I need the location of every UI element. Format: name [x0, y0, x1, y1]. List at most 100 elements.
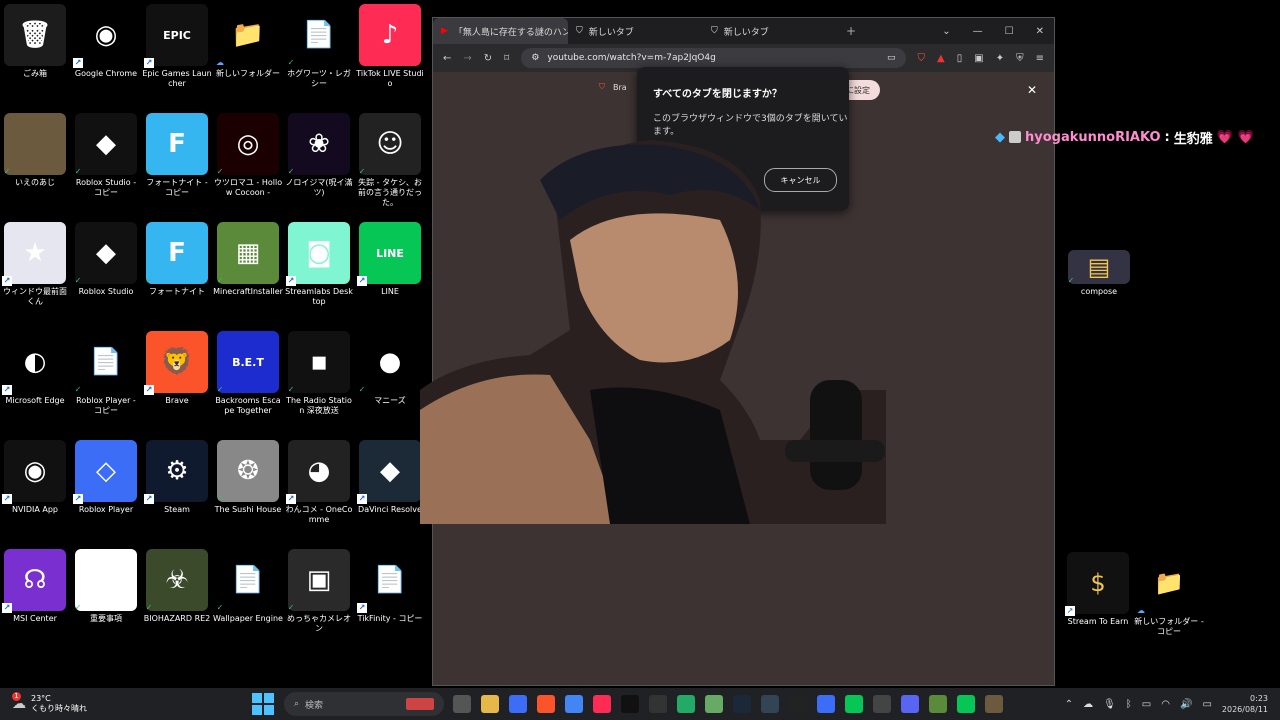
desktop-icon-label: Roblox Studio - コピー — [75, 178, 137, 197]
desktop-icon[interactable]: ★ ↗ ウィンドウ最前面くん — [0, 222, 70, 307]
line-icon[interactable] — [957, 695, 975, 713]
desktop-icon[interactable]: B.E.T ✓ Backrooms Escape Together — [213, 331, 283, 416]
desktop-icon[interactable]: ⚙ ↗ Steam — [142, 440, 212, 515]
terminal-icon[interactable] — [649, 695, 667, 713]
desktop-icon[interactable]: ▦ ✓ MinecraftInstaller — [213, 222, 283, 297]
desktop-icon[interactable]: ✓ いえのあじ — [0, 113, 70, 188]
network-icon[interactable]: ▭ — [1142, 699, 1151, 710]
desktop-icon[interactable]: $ ↗ Stream To Earn — [1063, 552, 1133, 627]
desktop-icon[interactable]: ◙ ↗ Streamlabs Desktop — [284, 222, 354, 307]
minecraft-icon[interactable] — [929, 695, 947, 713]
desktop-icon[interactable]: ◎ ✓ ウツロマユ - Hollow Cocoon - — [213, 113, 283, 198]
desktop-icon[interactable]: ◐ ↗ Microsoft Edge — [0, 331, 70, 406]
vpn-icon[interactable]: ⛨ — [1016, 53, 1024, 64]
desktop-icon[interactable]: ◆ ✓ Roblox Studio - コピー — [71, 113, 141, 198]
desktop-icon[interactable]: F ✓ フォートナイト — [142, 222, 212, 297]
reload-icon[interactable]: ↻ — [484, 53, 492, 64]
davinci-icon[interactable] — [761, 695, 779, 713]
desktop-icon[interactable]: ❂ ✓ The Sushi House — [213, 440, 283, 515]
chrome-icon[interactable] — [565, 695, 583, 713]
task-view-icon[interactable] — [453, 695, 471, 713]
desktop-icon[interactable]: ▣ ✓ めっちゃカメレオン — [284, 549, 354, 634]
desktop-icon[interactable]: ❀ ✓ ノロイジマ(呪イ滿ツ) — [284, 113, 354, 198]
brave-shields-icon[interactable]: ⛉ — [918, 53, 926, 64]
bookmark-icon[interactable]: ⌑ — [504, 53, 509, 64]
desktop-icon[interactable]: 📄 ✓ Roblox Player - コピー — [71, 331, 141, 416]
obs-icon[interactable] — [789, 695, 807, 713]
clock[interactable]: 0:23 2026/08/11 — [1222, 693, 1268, 715]
minimize-icon[interactable]: — — [973, 26, 983, 37]
desktop-icon[interactable]: ● ✓ マニーズ — [355, 331, 425, 406]
forward-icon[interactable]: → — [463, 53, 471, 64]
sidebar-icon[interactable]: ▯ — [957, 53, 963, 64]
back-icon[interactable]: ← — [443, 53, 451, 64]
search-box[interactable]: ⌕ 検索 — [284, 692, 444, 716]
file-explorer-icon[interactable] — [481, 695, 499, 713]
desktop-icon[interactable]: 📁 ☁ 新しいフォルダー — [213, 4, 283, 79]
wallet-icon[interactable]: ▣ — [974, 53, 983, 64]
desktop-icon[interactable]: ◇ ↗ Roblox Player — [71, 440, 141, 515]
desktop-icon-label: NVIDIA App — [12, 505, 58, 514]
tab-new-2[interactable]: ⛉ 新しいタブ — [703, 18, 838, 44]
desktop-icon[interactable]: 📄 ✓ ホグワーツ・レガシー — [284, 4, 354, 89]
desktop-icon[interactable]: ▤ ✓ compose — [1064, 250, 1134, 297]
desktop-icon[interactable]: ◉ ↗ NVIDIA App — [0, 440, 70, 515]
volume-icon[interactable]: 🔊 — [1180, 699, 1192, 710]
game-icon[interactable] — [873, 695, 891, 713]
desktop-icon[interactable]: 🦁 ↗ Brave — [142, 331, 212, 406]
chevron-up-icon[interactable]: ⌃ — [1065, 699, 1073, 710]
desktop-icon[interactable]: ☣ ✓ BIOHAZARD RE2 — [142, 549, 212, 624]
game-icon[interactable] — [985, 695, 1003, 713]
desktop-icon[interactable]: EPIC ↗ Epic Games Launcher — [142, 4, 212, 89]
onedrive-icon[interactable]: ☁ — [1083, 699, 1093, 710]
desktop-icon[interactable]: ▪ ✓ The Radio Station 深夜放送 — [284, 331, 354, 416]
brave-icon[interactable] — [537, 695, 555, 713]
desktop-icon[interactable]: ◕ ↗ わんコメ - OneComme — [284, 440, 354, 525]
chat-message: 生豹雅 — [1173, 131, 1213, 147]
tab-youtube[interactable]: ▶ 「無人島に存在する謎のハンバー ✕ — [433, 18, 568, 44]
app-icon[interactable] — [705, 695, 723, 713]
weather-widget[interactable]: ☁ 1 23°C くもり時々晴れ — [0, 692, 252, 714]
desktop-icon[interactable]: ◉ ↗ Google Chrome — [71, 4, 141, 79]
file-icon: 📄 ✓ — [75, 331, 137, 394]
pin-window-icon[interactable] — [817, 695, 835, 713]
brave-rewards-icon[interactable]: ▲ — [937, 53, 945, 64]
app-icon[interactable] — [677, 695, 695, 713]
line-icon[interactable] — [845, 695, 863, 713]
bluetooth-icon[interactable]: ᛒ — [1126, 699, 1132, 710]
desktop-icon[interactable]: 📄 ✓ Wallpaper Engine — [213, 549, 283, 624]
desktop-icon[interactable]: F ✓ フォートナイト - コピー — [142, 113, 212, 198]
desktop-icon[interactable]: 🗑 ごみ箱 — [0, 4, 70, 79]
site-info-icon[interactable]: ⚙ — [531, 53, 539, 63]
tiktok-icon[interactable] — [621, 695, 639, 713]
desktop-icon[interactable]: ≡ ✓ 重要事項 — [71, 549, 141, 624]
windows-start-icon[interactable] — [252, 693, 274, 715]
cloud-icon: ☁ 1 — [12, 692, 26, 712]
wifi-icon[interactable]: ◠ — [1161, 699, 1170, 710]
tiktok-icon[interactable] — [593, 695, 611, 713]
desktop-icon[interactable]: ♪ TikTok LIVE Studio — [355, 4, 425, 89]
game-icon: ◎ ✓ — [217, 113, 279, 176]
microphone-icon[interactable]: 🎙 — [1103, 699, 1116, 710]
cast-icon[interactable]: ▭ — [887, 53, 896, 63]
desktop-icon[interactable]: ☊ ↗ MSI Center — [0, 549, 70, 624]
close-icon[interactable]: ✕ — [1027, 83, 1037, 97]
maximize-icon[interactable]: ☐ — [1005, 26, 1014, 37]
desktop-icon[interactable]: 📄 ↗ TikFinity - コピー — [355, 549, 425, 624]
discord-icon[interactable] — [901, 695, 919, 713]
tab-new-1[interactable]: ⛉ 新しいタブ — [568, 18, 703, 44]
desktop-icon[interactable]: ☺ ✓ 失踪 - タケシ、お前の言う通りだった。 — [355, 113, 425, 208]
chevron-down-icon[interactable]: ⌄ — [942, 26, 950, 37]
menu-icon[interactable]: ≡ — [1036, 53, 1044, 64]
new-tab-button[interactable]: + — [838, 24, 864, 38]
battery-icon[interactable]: ▭ — [1202, 699, 1211, 710]
leo-ai-icon[interactable]: ✦ — [996, 53, 1004, 64]
desktop-icon[interactable]: 📁 ☁ 新しいフォルダー - コピー — [1134, 552, 1204, 637]
roblox-studio-icon[interactable] — [509, 695, 527, 713]
desktop-icon[interactable]: LINE ↗ LINE — [355, 222, 425, 297]
desktop-icon[interactable]: ◆ ↗ DaVinci Resolve — [355, 440, 425, 515]
steam-icon[interactable] — [733, 695, 751, 713]
close-window-icon[interactable]: ✕ — [1036, 26, 1044, 37]
address-bar[interactable]: ⚙ youtube.com/watch?v=m-7ap2JqO4g ▭ — [521, 48, 906, 68]
desktop-icon[interactable]: ◆ ✓ Roblox Studio — [71, 222, 141, 297]
